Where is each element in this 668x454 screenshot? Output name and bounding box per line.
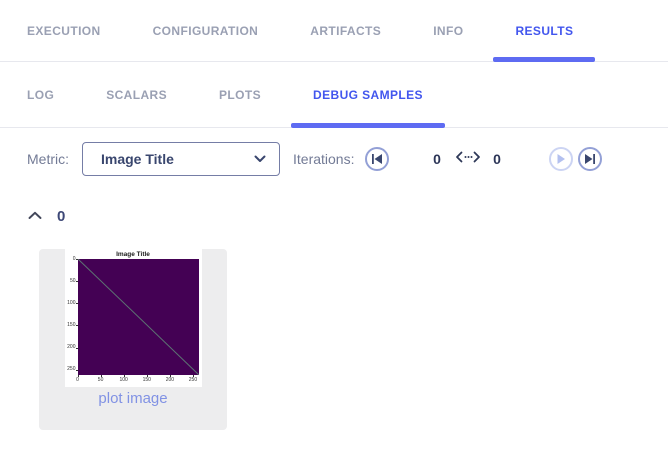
skip-previous-icon [372, 154, 382, 164]
iterations-label: Iterations: [293, 151, 355, 167]
tab-artifacts[interactable]: ARTIFACTS [288, 0, 403, 61]
iteration-group-header[interactable]: 0 [28, 207, 668, 225]
metric-label: Metric: [27, 151, 69, 167]
dotted-left-right-arrow-icon [455, 150, 481, 168]
secondary-tab-bar: LOG SCALARS PLOTS DEBUG SAMPLES [0, 62, 668, 128]
sample-plot-figure: Image Title 0 50 100 150 200 250 0 50 100 150 200 2… [64, 249, 202, 387]
plot-image-area [77, 259, 199, 375]
tab-debug-samples[interactable]: DEBUG SAMPLES [291, 62, 445, 128]
iteration-group-label: 0 [57, 207, 66, 225]
play-next-icon [557, 154, 565, 164]
debug-samples-toolbar: Metric: Image Title Iterations: 0 0 [0, 128, 668, 190]
tab-info[interactable]: INFO [411, 0, 485, 61]
sample-caption-link[interactable]: plot image [39, 390, 227, 407]
iteration-min-value: 0 [433, 151, 441, 167]
plot-title: Image Title [116, 251, 150, 258]
iteration-max-value: 0 [493, 151, 501, 167]
debug-sample-thumbnail[interactable]: Image Title 0 50 100 150 200 250 0 50 100 150 200 2… [39, 249, 227, 430]
last-iteration-button[interactable] [578, 147, 602, 171]
tab-log[interactable]: LOG [5, 62, 76, 127]
metric-dropdown[interactable]: Image Title [82, 142, 280, 176]
debug-samples-content: 0 Image Title 0 50 100 150 200 250 0 50 100 150 20… [0, 190, 668, 430]
tab-execution[interactable]: EXECUTION [5, 0, 123, 61]
next-iteration-button[interactable] [549, 147, 573, 171]
tab-scalars[interactable]: SCALARS [84, 62, 189, 127]
tab-results[interactable]: RESULTS [493, 0, 596, 62]
chevron-up-icon [28, 207, 42, 225]
tab-configuration[interactable]: CONFIGURATION [131, 0, 281, 61]
tab-plots[interactable]: PLOTS [197, 62, 283, 127]
primary-tab-bar: EXECUTION CONFIGURATION ARTIFACTS INFO R… [0, 0, 668, 62]
metric-dropdown-value: Image Title [101, 151, 174, 167]
chevron-down-icon [254, 150, 266, 168]
skip-next-icon [585, 154, 595, 164]
first-iteration-button[interactable] [365, 147, 389, 171]
